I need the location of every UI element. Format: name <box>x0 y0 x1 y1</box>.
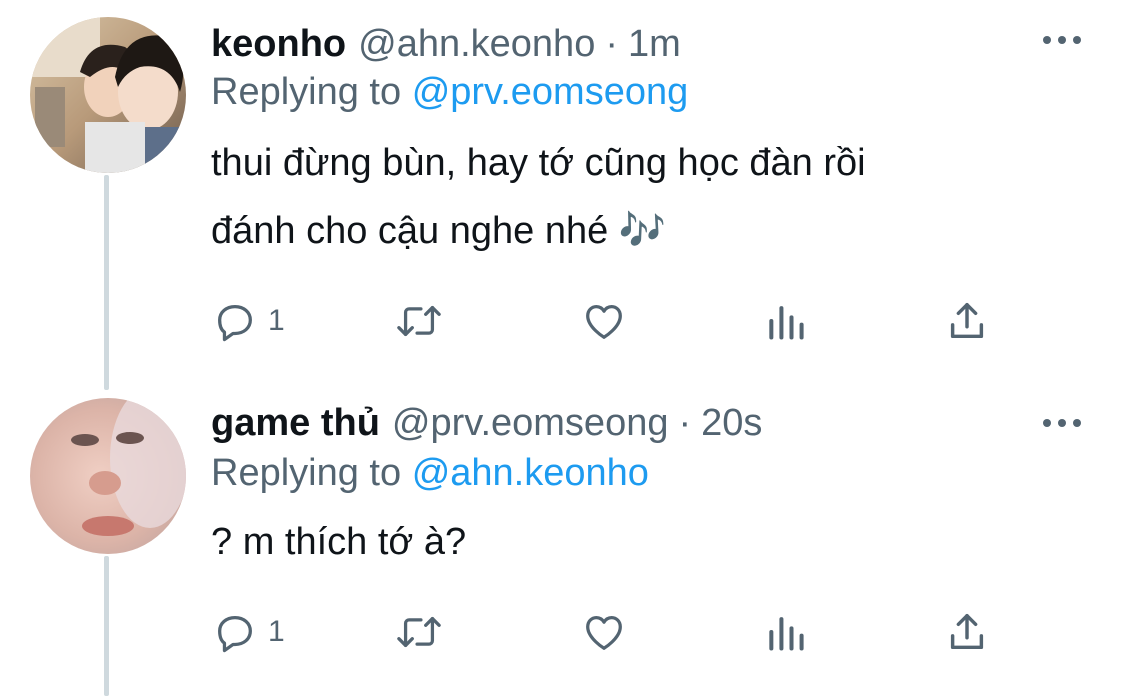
avatar[interactable] <box>30 398 186 554</box>
tweet-text-line: thui đừng bùn, hay tớ cũng học đàn rồi <box>211 142 866 184</box>
display-name[interactable]: game thủ <box>211 400 380 446</box>
retweet-icon <box>393 298 445 344</box>
replying-to-handle[interactable]: @ahn.keonho <box>412 452 649 494</box>
tweet-text-line: ? m thích tớ à? <box>211 521 467 563</box>
timestamp[interactable]: 1m <box>628 21 681 67</box>
tweet-text: thui đừng bùn, hay tớ cũng học đàn rồi đ… <box>211 129 866 265</box>
share-button[interactable] <box>943 607 991 657</box>
action-bar: 1 <box>0 607 1125 657</box>
more-icon[interactable] <box>1043 418 1081 428</box>
separator-dot: · <box>678 402 692 444</box>
reply-count: 1 <box>268 615 285 648</box>
user-handle[interactable]: @ahn.keonho <box>358 21 595 67</box>
replying-prefix: Replying to <box>211 71 402 113</box>
reply-button[interactable]: 1 <box>212 607 285 657</box>
share-button[interactable] <box>943 296 991 346</box>
tweet-text: ? m thích tớ à? <box>211 508 466 576</box>
tweet[interactable]: keonho @ahn.keonho · 1m Replying to @prv… <box>0 17 1125 362</box>
tweet-header: game thủ @prv.eomseong · 20s <box>211 400 762 446</box>
heart-icon <box>580 298 628 344</box>
reply-button[interactable]: 1 <box>212 296 285 346</box>
retweet-button[interactable] <box>393 607 445 657</box>
timestamp[interactable]: 20s <box>701 400 762 446</box>
replying-to-handle[interactable]: @prv.eomseong <box>412 71 689 113</box>
action-bar: 1 <box>0 296 1125 346</box>
retweet-button[interactable] <box>393 296 445 346</box>
reply-count: 1 <box>268 304 285 337</box>
user-handle[interactable]: @prv.eomseong <box>392 400 669 446</box>
replying-prefix: Replying to <box>211 452 402 494</box>
like-button[interactable] <box>580 296 628 346</box>
views-button[interactable] <box>764 607 808 657</box>
more-icon[interactable] <box>1043 35 1081 45</box>
display-name[interactable]: keonho <box>211 21 346 67</box>
separator-dot: · <box>605 23 618 65</box>
share-icon <box>943 298 991 344</box>
tweet[interactable]: game thủ @prv.eomseong · 20s Replying to… <box>0 398 1125 696</box>
replying-to: Replying to @ahn.keonho <box>211 450 649 496</box>
analytics-icon <box>764 298 808 344</box>
like-button[interactable] <box>580 607 628 657</box>
retweet-icon <box>393 609 445 655</box>
avatar[interactable] <box>30 17 186 173</box>
tweet-text-line: đánh cho cậu nghe nhé 🎶 <box>211 210 667 252</box>
reply-icon <box>212 298 258 344</box>
share-icon <box>943 609 991 655</box>
tweet-header: keonho @ahn.keonho · 1m <box>211 21 681 67</box>
heart-icon <box>580 609 628 655</box>
views-button[interactable] <box>764 296 808 346</box>
analytics-icon <box>764 609 808 655</box>
reply-icon <box>212 609 258 655</box>
replying-to: Replying to @prv.eomseong <box>211 69 688 115</box>
